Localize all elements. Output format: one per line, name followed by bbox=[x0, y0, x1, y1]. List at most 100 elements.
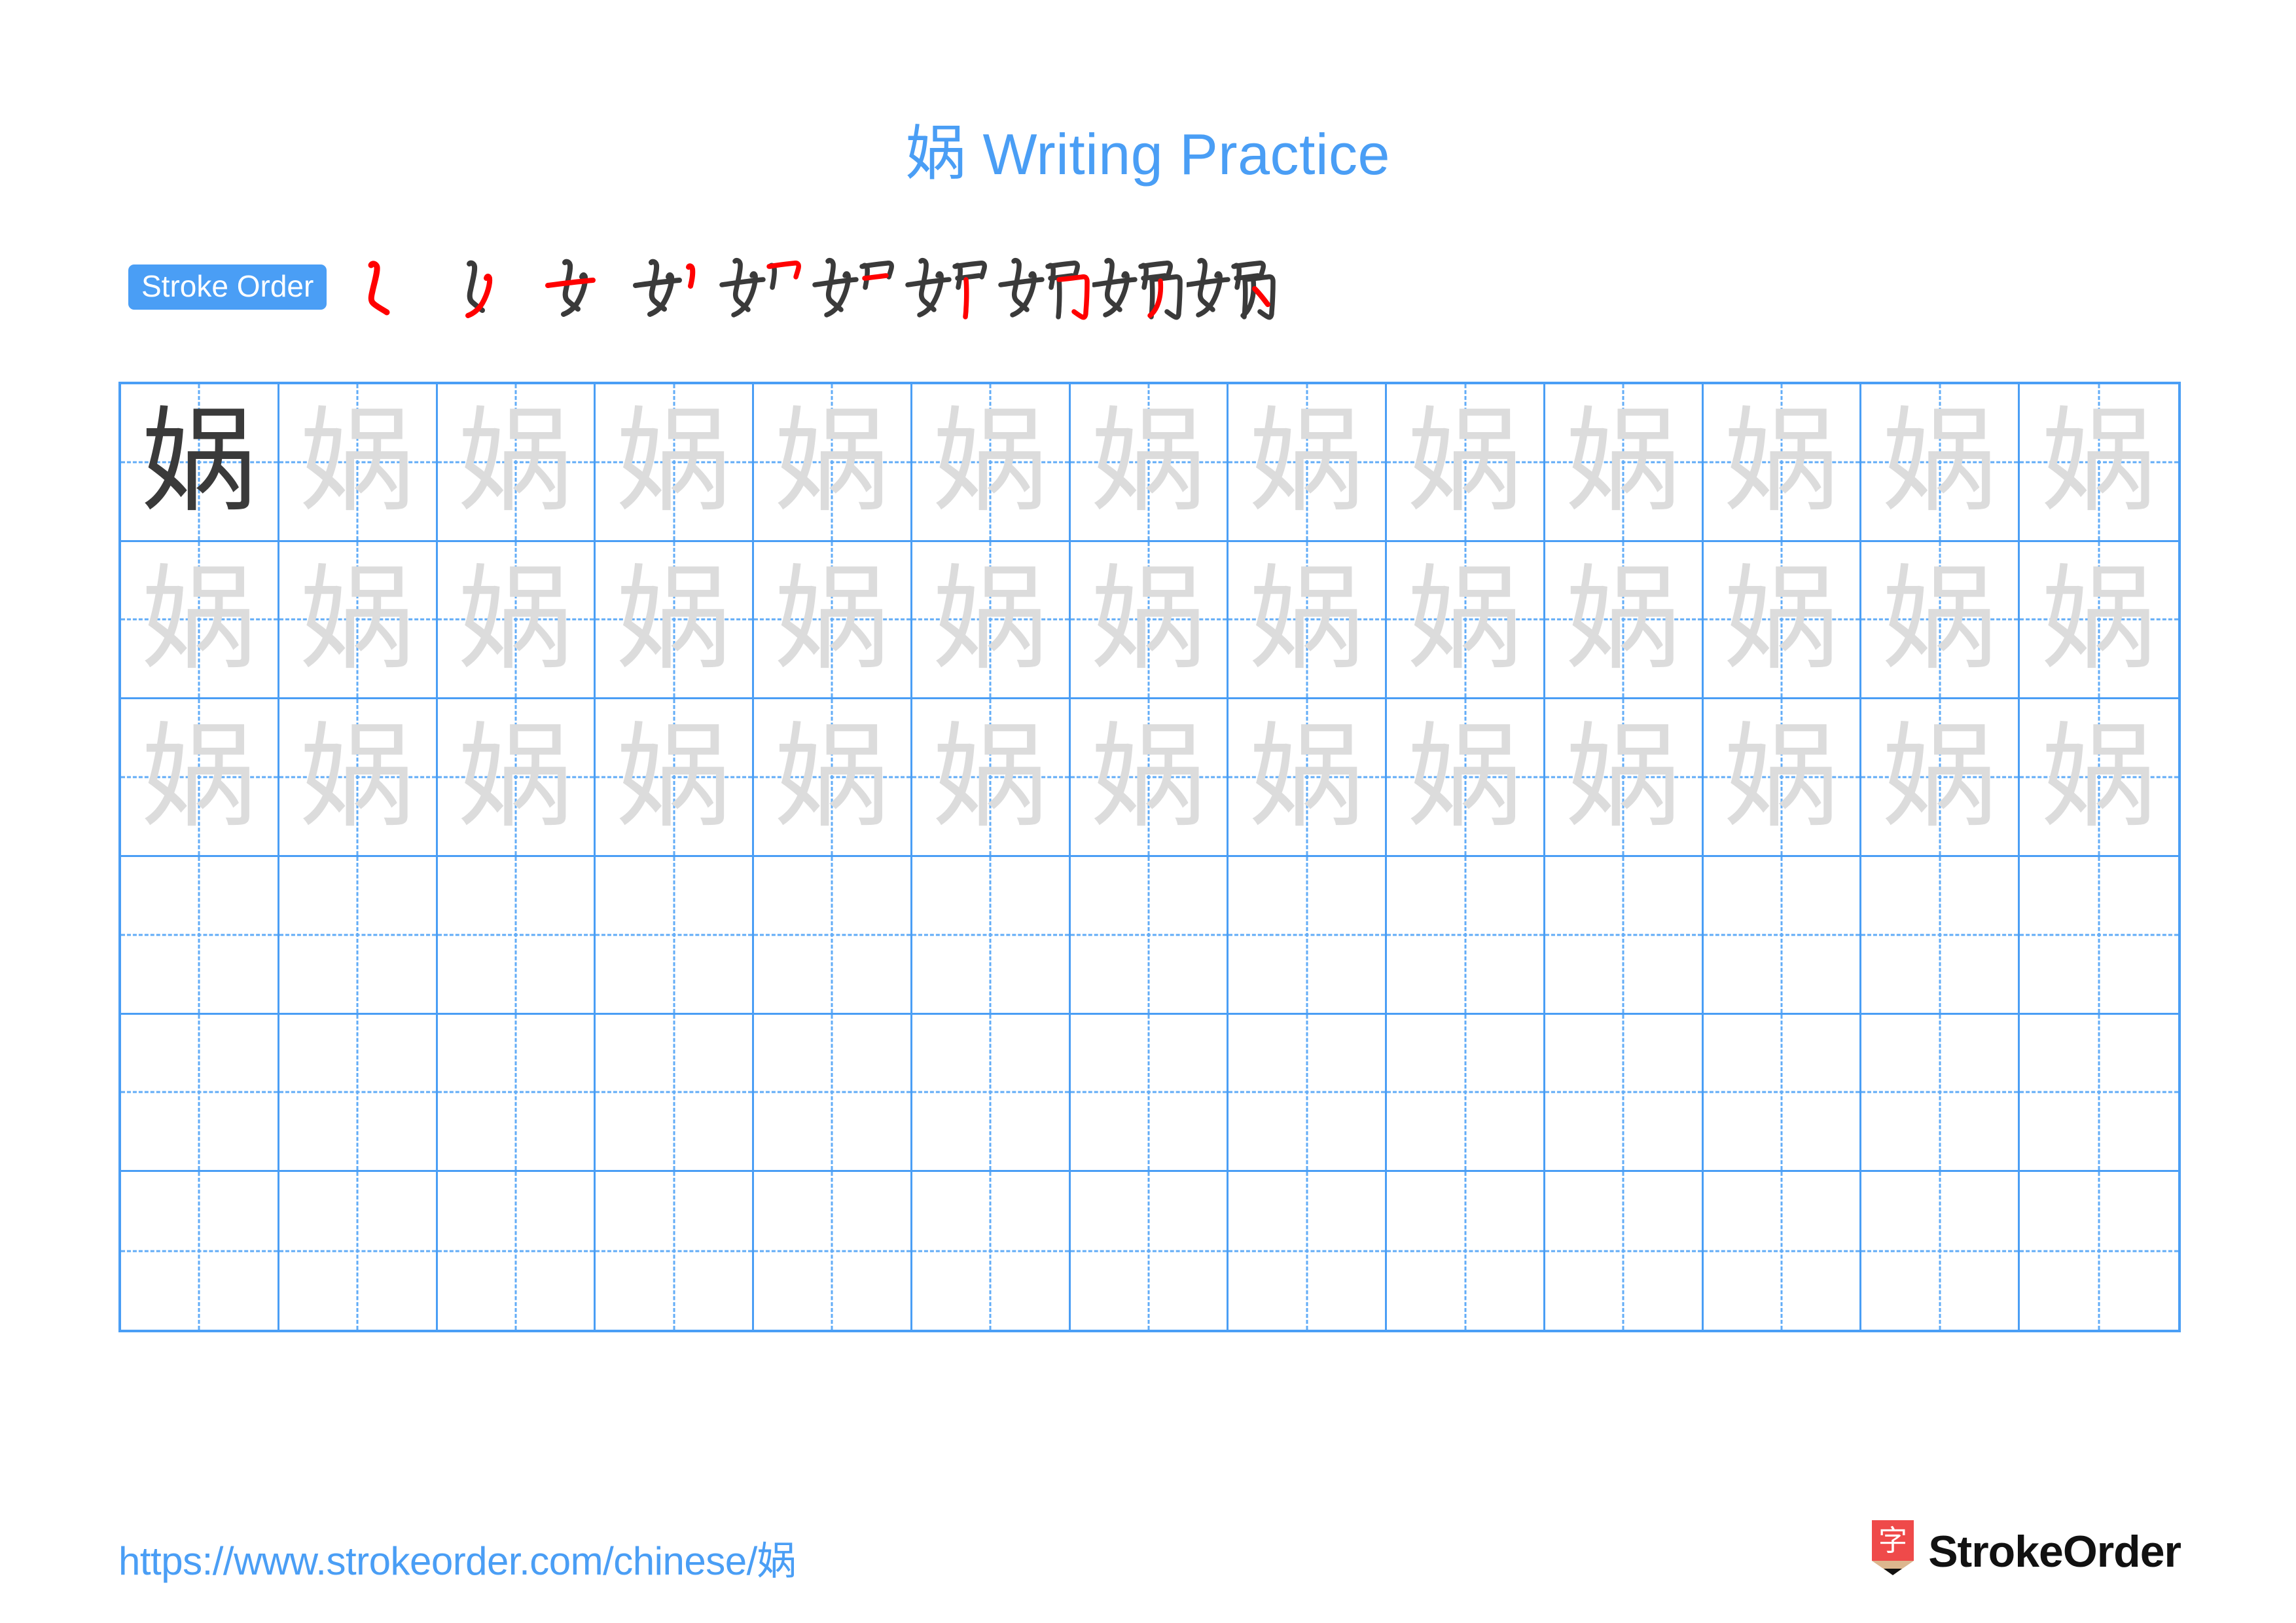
practice-cell-r4-c3[interactable] bbox=[437, 857, 596, 1015]
stroke-step-7 bbox=[904, 251, 998, 323]
practice-cell-r4-c10[interactable] bbox=[1545, 857, 1704, 1015]
practice-cell-r6-c1[interactable] bbox=[121, 1172, 279, 1330]
practice-cell-r3-c3[interactable]: 娲 bbox=[437, 699, 596, 857]
practice-cell-r4-c5[interactable] bbox=[754, 857, 912, 1015]
practice-cell-r2-c7[interactable]: 娲 bbox=[1070, 541, 1229, 700]
trace-character: 娲 bbox=[933, 710, 1048, 844]
practice-cell-r5-c13[interactable] bbox=[2020, 1015, 2178, 1173]
practice-cell-r1-c7[interactable]: 娲 bbox=[1070, 384, 1229, 542]
practice-cell-r3-c2[interactable]: 娲 bbox=[279, 699, 438, 857]
practice-cell-r4-c1[interactable] bbox=[121, 857, 279, 1015]
trace-character: 娲 bbox=[617, 395, 732, 529]
practice-cell-r3-c13[interactable]: 娲 bbox=[2020, 699, 2178, 857]
practice-cell-r2-c6[interactable]: 娲 bbox=[912, 541, 1071, 700]
practice-cell-r2-c11[interactable]: 娲 bbox=[1703, 541, 1862, 700]
practice-cell-r6-c8[interactable] bbox=[1229, 1172, 1388, 1330]
practice-cell-r3-c9[interactable]: 娲 bbox=[1387, 699, 1545, 857]
practice-cell-r2-c13[interactable]: 娲 bbox=[2020, 542, 2178, 700]
practice-cell-r5-c8[interactable] bbox=[1229, 1014, 1388, 1173]
page-title: 娲 Writing Practice bbox=[0, 105, 2296, 192]
practice-cell-r1-c1[interactable]: 娲 bbox=[121, 384, 279, 542]
trace-character: 娲 bbox=[458, 395, 573, 529]
footer-url[interactable]: https://www.strokeorder.com/chinese/娲 bbox=[118, 1529, 797, 1586]
practice-cell-r4-c2[interactable] bbox=[279, 857, 438, 1015]
practice-cell-r1-c9[interactable]: 娲 bbox=[1387, 384, 1545, 542]
practice-cell-r5-c12[interactable] bbox=[1861, 1014, 2020, 1173]
practice-cell-r4-c11[interactable] bbox=[1703, 857, 1862, 1015]
practice-cell-r2-c9[interactable]: 娲 bbox=[1387, 541, 1545, 700]
practice-cell-r5-c5[interactable] bbox=[754, 1014, 912, 1173]
stroke-order-badge: Stroke Order bbox=[128, 264, 327, 310]
practice-cell-r1-c3[interactable]: 娲 bbox=[437, 384, 596, 542]
practice-cell-r5-c11[interactable] bbox=[1703, 1014, 1862, 1173]
practice-cell-r1-c10[interactable]: 娲 bbox=[1545, 384, 1704, 542]
practice-cell-r2-c4[interactable]: 娲 bbox=[596, 541, 755, 700]
practice-cell-r2-c5[interactable]: 娲 bbox=[754, 541, 912, 700]
practice-cell-r5-c2[interactable] bbox=[279, 1014, 438, 1173]
practice-cell-r5-c3[interactable] bbox=[437, 1014, 596, 1173]
practice-cell-r1-c12[interactable]: 娲 bbox=[1861, 384, 2020, 542]
practice-cell-r3-c12[interactable]: 娲 bbox=[1861, 699, 2020, 857]
trace-character: 娲 bbox=[1408, 553, 1523, 686]
practice-cell-r6-c4[interactable] bbox=[596, 1172, 755, 1330]
practice-cell-r4-c12[interactable] bbox=[1861, 857, 2020, 1015]
stroke-step-1 bbox=[338, 251, 433, 323]
practice-cell-r4-c9[interactable] bbox=[1387, 857, 1545, 1015]
trace-character: 娲 bbox=[1091, 710, 1206, 844]
practice-cell-r1-c8[interactable]: 娲 bbox=[1229, 384, 1388, 542]
practice-cell-r6-c10[interactable] bbox=[1545, 1172, 1704, 1330]
practice-cell-r3-c7[interactable]: 娲 bbox=[1070, 699, 1229, 857]
practice-cell-r3-c6[interactable]: 娲 bbox=[912, 699, 1071, 857]
strokeorder-logo-icon: 字 bbox=[1869, 1520, 1916, 1583]
practice-cell-r6-c7[interactable] bbox=[1071, 1172, 1229, 1330]
practice-cell-r1-c4[interactable]: 娲 bbox=[596, 384, 755, 542]
practice-cell-r5-c1[interactable] bbox=[121, 1014, 279, 1173]
practice-cell-r3-c10[interactable]: 娲 bbox=[1545, 699, 1704, 857]
practice-cell-r6-c9[interactable] bbox=[1387, 1172, 1545, 1330]
practice-cell-r6-c6[interactable] bbox=[912, 1172, 1071, 1330]
practice-cell-r6-c13[interactable] bbox=[2020, 1172, 2178, 1330]
model-character: 娲 bbox=[141, 395, 257, 529]
practice-cell-r1-c13[interactable]: 娲 bbox=[2020, 384, 2178, 542]
practice-cell-r6-c2[interactable] bbox=[279, 1172, 438, 1330]
stroke-step-5 bbox=[715, 251, 810, 323]
practice-cell-r6-c5[interactable] bbox=[754, 1172, 912, 1330]
practice-cell-r3-c5[interactable]: 娲 bbox=[754, 699, 912, 857]
practice-cell-r2-c10[interactable]: 娲 bbox=[1545, 541, 1704, 700]
stroke-step-8 bbox=[998, 251, 1092, 323]
trace-character: 娲 bbox=[1249, 395, 1365, 529]
trace-character: 娲 bbox=[1724, 710, 1839, 844]
practice-cell-r1-c2[interactable]: 娲 bbox=[279, 384, 438, 542]
practice-cell-r5-c4[interactable] bbox=[596, 1014, 755, 1173]
practice-cell-r5-c7[interactable] bbox=[1070, 1014, 1229, 1173]
practice-cell-r6-c12[interactable] bbox=[1861, 1172, 2020, 1330]
practice-cell-r4-c13[interactable] bbox=[2020, 857, 2178, 1015]
practice-cell-r5-c6[interactable] bbox=[912, 1014, 1071, 1173]
trace-character: 娲 bbox=[141, 553, 257, 686]
practice-cell-r1-c6[interactable]: 娲 bbox=[912, 384, 1071, 542]
practice-cell-r4-c7[interactable] bbox=[1070, 857, 1229, 1015]
practice-cell-r3-c8[interactable]: 娲 bbox=[1229, 699, 1388, 857]
practice-cell-r1-c5[interactable]: 娲 bbox=[754, 384, 912, 542]
trace-character: 娲 bbox=[933, 553, 1048, 686]
trace-character: 娲 bbox=[1249, 553, 1365, 686]
practice-cell-r2-c12[interactable]: 娲 bbox=[1861, 541, 2020, 700]
practice-cell-r3-c4[interactable]: 娲 bbox=[596, 699, 755, 857]
practice-cell-r5-c9[interactable] bbox=[1387, 1014, 1545, 1173]
trace-character: 娲 bbox=[1724, 395, 1839, 529]
practice-cell-r2-c8[interactable]: 娲 bbox=[1229, 541, 1388, 700]
practice-cell-r5-c10[interactable] bbox=[1545, 1014, 1704, 1173]
practice-cell-r6-c11[interactable] bbox=[1704, 1172, 1862, 1330]
stroke-order-steps bbox=[338, 251, 1281, 323]
practice-cell-r4-c4[interactable] bbox=[596, 857, 755, 1015]
practice-cell-r3-c11[interactable]: 娲 bbox=[1703, 699, 1862, 857]
practice-cell-r3-c1[interactable]: 娲 bbox=[121, 699, 279, 857]
practice-cell-r4-c6[interactable] bbox=[912, 857, 1071, 1015]
practice-cell-r2-c1[interactable]: 娲 bbox=[121, 541, 279, 700]
trace-character: 娲 bbox=[774, 395, 889, 529]
practice-cell-r1-c11[interactable]: 娲 bbox=[1703, 384, 1862, 542]
practice-cell-r6-c3[interactable] bbox=[438, 1172, 596, 1330]
practice-cell-r2-c2[interactable]: 娲 bbox=[279, 541, 438, 700]
practice-cell-r4-c8[interactable] bbox=[1229, 857, 1388, 1015]
practice-cell-r2-c3[interactable]: 娲 bbox=[437, 541, 596, 700]
